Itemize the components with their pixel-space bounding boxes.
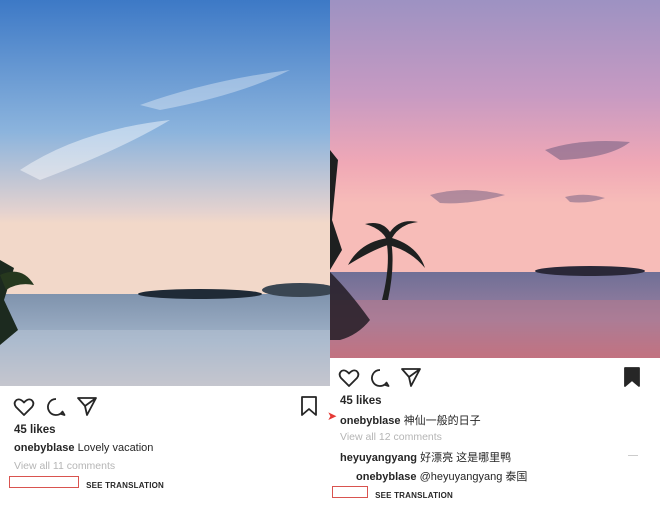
red-arrow-icon: ➤ [327, 409, 338, 423]
share-icon[interactable] [75, 394, 99, 418]
share-icon[interactable] [399, 365, 423, 389]
heart-icon[interactable] [337, 366, 361, 390]
right-post: 45 likes ➤ onebyblase 神仙一般的日子 View all 1… [327, 0, 660, 511]
bookmark-outline-icon[interactable] [297, 394, 321, 418]
comment-text: 好漂亮 这是哪里鸭 [420, 452, 512, 464]
comment-text: @heyuyangyang 泰国 [419, 471, 528, 483]
post-meta: SEE TRANSLATION [332, 486, 453, 501]
caption: onebyblase Lovely vacation [14, 442, 153, 454]
post-date-highlight [9, 476, 79, 488]
heart-icon[interactable] [12, 395, 36, 419]
post-photo[interactable] [330, 0, 660, 358]
caption: onebyblase 神仙一般的日子 [340, 412, 481, 428]
likes-count[interactable]: 45 likes [14, 424, 56, 436]
divider [628, 455, 638, 456]
action-bar [330, 365, 660, 391]
comment-reply: onebyblase @heyuyangyang 泰国 [356, 468, 527, 484]
caption-username[interactable]: onebyblase [340, 415, 401, 427]
see-translation-link[interactable]: SEE TRANSLATION [86, 481, 164, 490]
comment-icon[interactable] [44, 395, 68, 419]
caption-text: 神仙一般的日子 [403, 415, 481, 427]
comment-icon[interactable] [368, 366, 392, 390]
bookmark-filled-icon[interactable] [620, 365, 644, 389]
sunset-sea-image [0, 0, 330, 386]
likes-count[interactable]: 45 likes [340, 395, 382, 407]
post-photo[interactable] [0, 0, 330, 386]
view-comments-link[interactable]: View all 11 comments [14, 460, 115, 472]
post-meta: SEE TRANSLATION [9, 476, 164, 491]
post-date-highlight [332, 486, 368, 498]
left-post: 45 likes onebyblase Lovely vacation View… [0, 0, 330, 511]
comment-username[interactable]: onebyblase [356, 471, 417, 483]
see-translation-link[interactable]: SEE TRANSLATION [375, 491, 453, 500]
pink-sunset-image [330, 0, 660, 358]
view-comments-link[interactable]: View all 12 comments [340, 431, 442, 443]
comment-item: heyuyangyang 好漂亮 这是哪里鸭 [340, 449, 511, 465]
caption-text: Lovely vacation [77, 442, 154, 454]
caption-username[interactable]: onebyblase [14, 442, 75, 454]
action-bar [0, 394, 330, 420]
comment-username[interactable]: heyuyangyang [340, 452, 417, 464]
